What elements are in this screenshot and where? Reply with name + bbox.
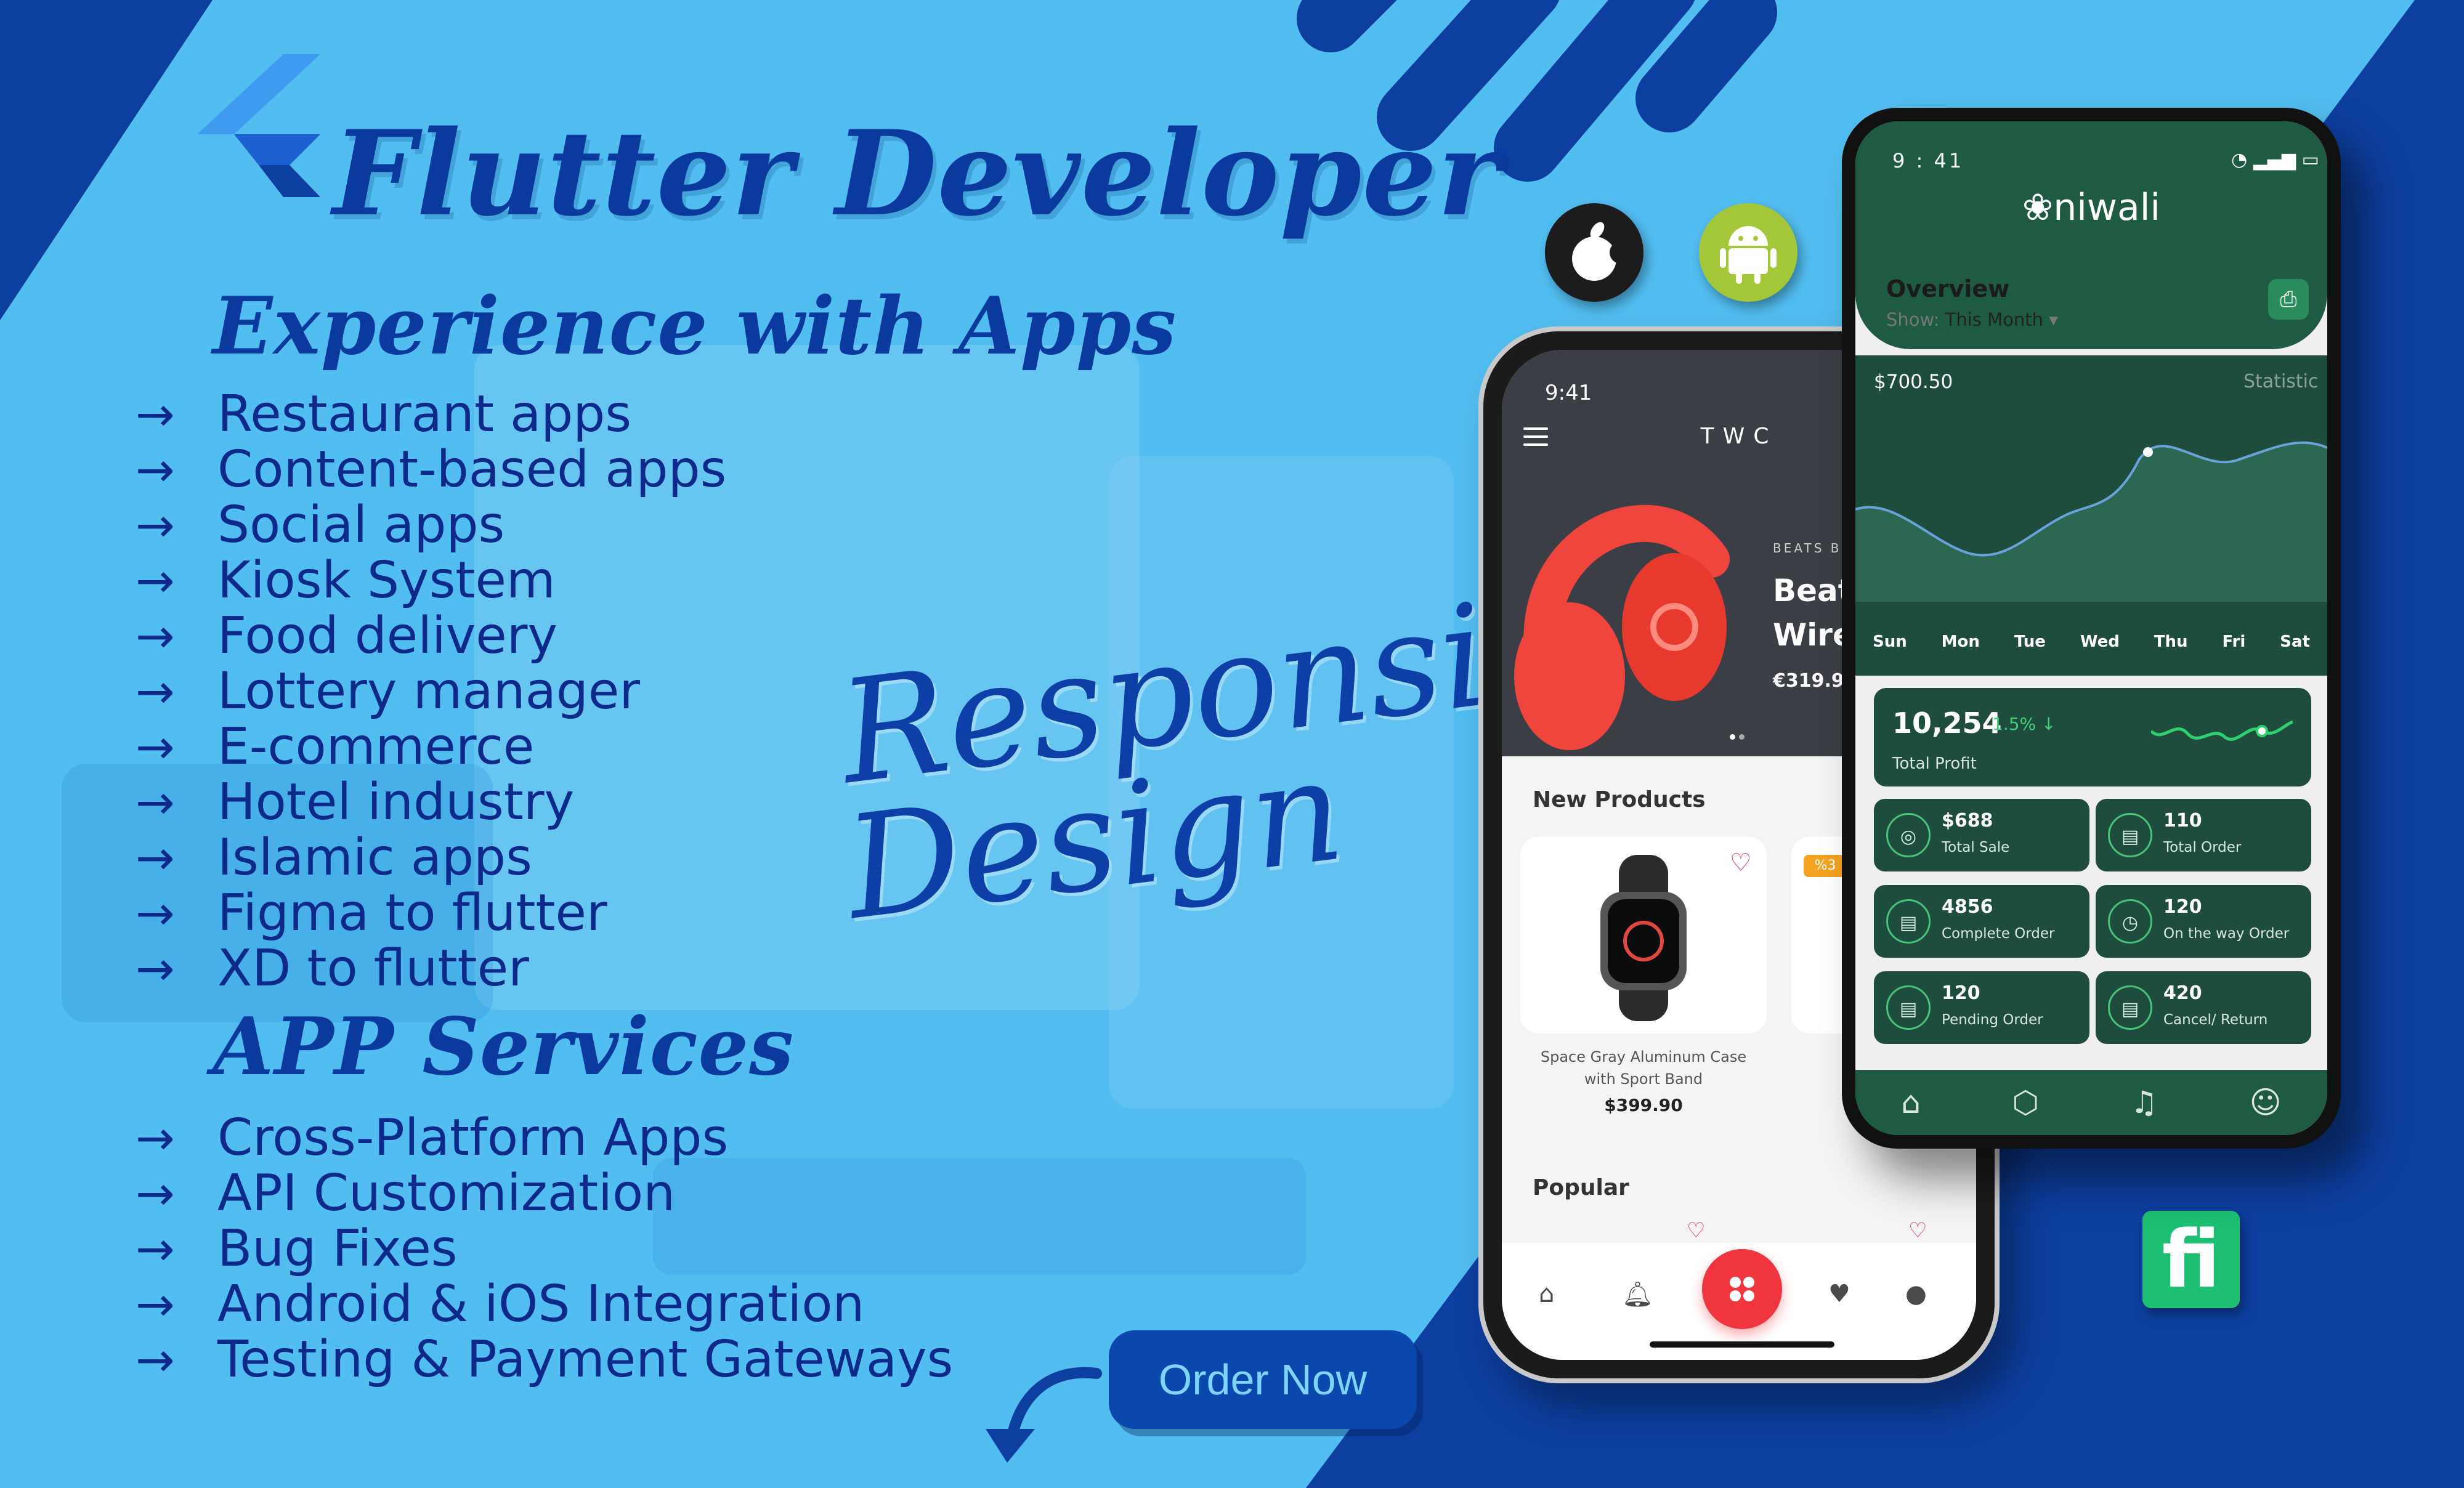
- experience-list: → Restaurant apps → Content-based apps → So…: [136, 384, 727, 998]
- product-card[interactable]: ♡: [1520, 836, 1767, 1033]
- list-item: → XD to flutter: [136, 939, 529, 998]
- receipt-icon: ▤: [2108, 985, 2152, 1030]
- leaf-icon: ❀: [2022, 186, 2054, 229]
- list-item: → Bug Fixes: [136, 1219, 458, 1278]
- profit-value: 10,254: [1892, 706, 2002, 740]
- clock-receipt-icon: ◷: [2108, 899, 2152, 944]
- target-icon: ◎: [1886, 813, 1931, 857]
- chart-amount: $700.50: [1874, 371, 1953, 393]
- bell-icon[interactable]: 🔔︎: [1622, 1280, 1653, 1309]
- product-price: $399.90: [1604, 1095, 1683, 1115]
- area-chart: [1855, 441, 2327, 602]
- arrow-right-icon: →: [136, 1110, 175, 1165]
- home-icon[interactable]: ⌂: [1539, 1280, 1554, 1308]
- page-title: Flutter Developer: [333, 105, 1500, 242]
- services-heading: APP Services: [213, 1001, 795, 1093]
- list-item: → Lottery manager: [136, 661, 641, 721]
- promo-title-1: Beat: [1773, 573, 1853, 609]
- arrow-right-icon: →: [136, 1165, 175, 1221]
- arrow-right-icon: →: [136, 497, 175, 552]
- caret-down-icon: ▾: [2049, 309, 2058, 330]
- apple-badge: [1545, 203, 1643, 302]
- bottom-nav: ⌂ ⬡ ♫ ☺: [1855, 1070, 2327, 1135]
- apple-icon: [1572, 222, 1622, 281]
- services-list: → Cross-Platform Apps → API Customization …: [136, 1108, 954, 1389]
- arrow-right-icon: →: [136, 552, 175, 608]
- status-time: 9:41: [1545, 381, 1592, 405]
- carousel-dots[interactable]: [1730, 730, 1748, 742]
- list-item: → E-commerce: [136, 717, 535, 776]
- status-time: 9 : 41: [1892, 149, 1964, 172]
- bell-icon[interactable]: ♫: [2130, 1085, 2158, 1120]
- statistic-chart: [1855, 355, 2327, 676]
- list-item: → Cross-Platform Apps: [136, 1108, 729, 1167]
- list-item: → Testing & Payment Gateways: [136, 1330, 954, 1389]
- dashboard-app-screen: 9 : 41 ◔ ▂▄▆ ▭ ❀niwali Overview Show: Th…: [1855, 121, 2327, 1135]
- period-select[interactable]: Show: This Month ▾: [1886, 309, 2058, 330]
- arrow-right-icon: →: [136, 608, 175, 663]
- profile-icon[interactable]: ☺: [2250, 1085, 2282, 1120]
- arrow-right-icon: →: [136, 940, 175, 996]
- promo-kicker: BEATS B: [1773, 541, 1842, 556]
- android-icon: [1720, 226, 1777, 284]
- status-icons: ◔ ▂▄▆ ▭: [2231, 149, 2319, 171]
- chart-days: Sun Mon Tue Wed Thu Fri Sat: [1872, 633, 2310, 651]
- home-indicator: [1650, 1341, 1834, 1348]
- list-item: → Social apps: [136, 495, 505, 554]
- profile-icon[interactable]: ●: [1905, 1280, 1927, 1308]
- receipt-icon: ▤: [2108, 813, 2152, 857]
- profit-label: Total Profit: [1892, 754, 1977, 773]
- arrow-right-icon: →: [136, 885, 175, 940]
- list-item: → Content-based apps: [136, 440, 727, 499]
- list-item: → Android & iOS Integration: [136, 1274, 865, 1333]
- grid-icon: [1730, 1277, 1754, 1301]
- watch-image: [1600, 855, 1687, 1021]
- document-icon[interactable]: ⎙: [2268, 279, 2309, 320]
- android-badge: [1699, 203, 1797, 302]
- app-logo: ❀niwali: [2022, 186, 2161, 229]
- list-item: → Restaurant apps: [136, 384, 632, 443]
- headphones-image: [1514, 504, 1730, 750]
- popular-heading: Popular: [1533, 1175, 1629, 1200]
- list-item: → Food delivery: [136, 606, 557, 665]
- arrow-right-icon: →: [136, 442, 175, 497]
- arrow-right-icon: →: [136, 719, 175, 774]
- chart-label: Statistic: [2243, 371, 2319, 392]
- heart-nav-icon[interactable]: ♥: [1828, 1280, 1850, 1308]
- product-name: Space Gray Aluminum Case with Sport Band: [1540, 1048, 1747, 1088]
- list-item: → Hotel industry: [136, 772, 575, 831]
- offer-badge: %3: [1804, 855, 1847, 877]
- new-products-heading: New Products: [1533, 787, 1706, 812]
- list-item: → API Customization: [136, 1163, 676, 1223]
- arrow-right-icon: →: [136, 1332, 175, 1387]
- profit-change: 1.5% ↓: [1992, 714, 2056, 734]
- dashboard-app-phone: 9 : 41 ◔ ▂▄▆ ▭ ❀niwali Overview Show: Th…: [1842, 108, 2341, 1149]
- apps-fab-button[interactable]: [1702, 1249, 1782, 1329]
- heart-icon[interactable]: ♡: [1730, 849, 1752, 877]
- receipt-icon: ▤: [1886, 899, 1931, 944]
- arrow-right-icon: →: [136, 774, 175, 830]
- overview-heading: Overview: [1886, 275, 2010, 302]
- sparkline: [2151, 720, 2293, 741]
- list-item: → Figma to flutter: [136, 883, 607, 942]
- list-item: → Kiosk System: [136, 551, 556, 610]
- arrow-right-icon: →: [136, 1276, 175, 1332]
- arrow-right-icon: →: [136, 663, 175, 719]
- home-icon[interactable]: ⌂: [1901, 1085, 1921, 1120]
- fiverr-icon: fi: [2142, 1211, 2240, 1308]
- order-now-button[interactable]: Order Now: [1109, 1330, 1417, 1429]
- curved-arrow-icon: [986, 1367, 1102, 1463]
- arrow-right-icon: →: [136, 830, 175, 885]
- arrow-right-icon: →: [136, 1221, 175, 1276]
- list-item: → Islamic apps: [136, 828, 532, 887]
- experience-heading: Experience with Apps: [213, 280, 1177, 373]
- box-icon[interactable]: ⬡: [2012, 1085, 2039, 1120]
- arrow-right-icon: →: [136, 386, 175, 442]
- receipt-icon: ▤: [1886, 985, 1931, 1030]
- promo-price: €319.9(: [1773, 670, 1853, 692]
- heart-icon[interactable]: ♡: [1687, 1218, 1705, 1243]
- heart-icon[interactable]: ♡: [1908, 1218, 1927, 1243]
